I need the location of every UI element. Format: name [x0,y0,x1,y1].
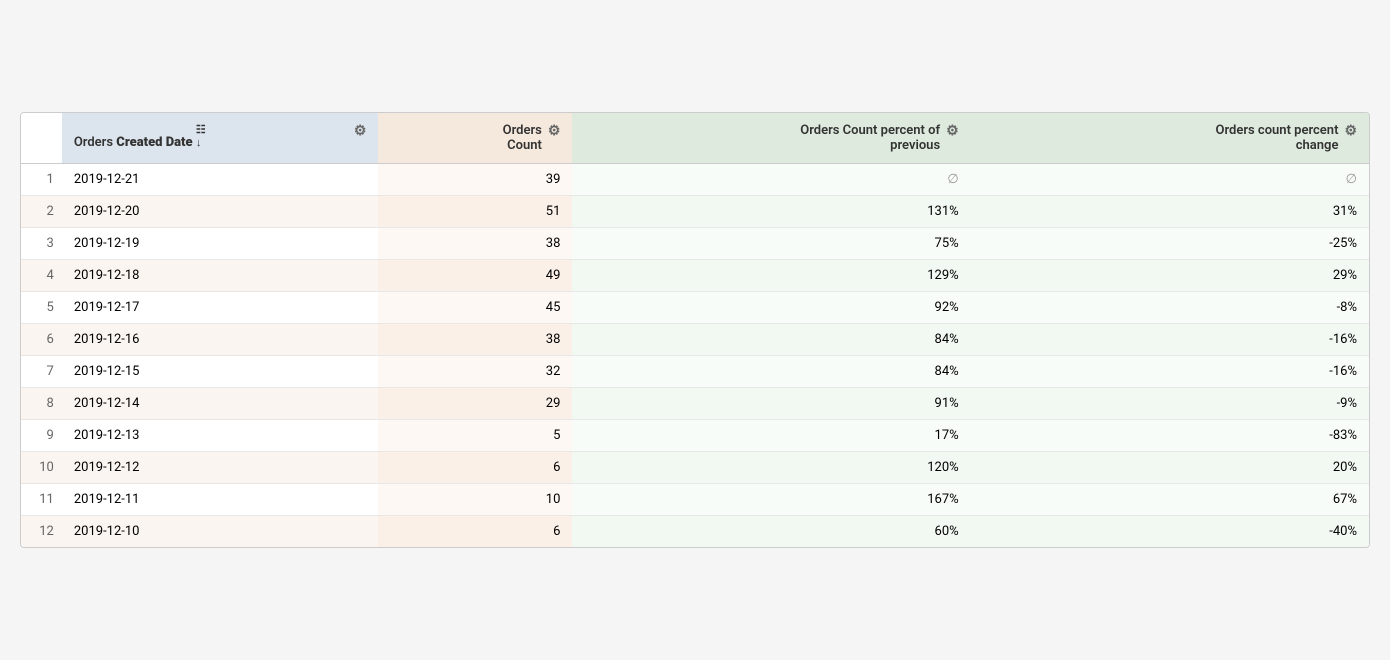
cell-count: 32 [378,356,572,388]
cell-count: 6 [378,452,572,484]
row-number: 1 [21,164,62,196]
table-row: 32019-12-193875%-25% [21,228,1369,260]
col-percent-of-label: Orders Count percent ofprevious [800,123,940,153]
row-number: 5 [21,292,62,324]
table-row: 92019-12-13517%-83% [21,420,1369,452]
cell-percent-change: -40% [971,516,1369,548]
cell-percent-change: -16% [971,324,1369,356]
cell-percent-of: 91% [572,388,970,420]
cell-date: 2019-12-10 [62,516,379,548]
col-percent-change-label: Orders count percentchange [1215,123,1338,153]
table-row: 122019-12-10660%-40% [21,516,1369,548]
cell-count: 38 [378,324,572,356]
row-number: 11 [21,484,62,516]
cell-percent-change: 31% [971,196,1369,228]
cell-date: 2019-12-19 [62,228,379,260]
cell-count: 38 [378,228,572,260]
cell-percent-change: ∅ [971,164,1369,196]
row-number: 4 [21,260,62,292]
cell-percent-of: 167% [572,484,970,516]
cell-count: 10 [378,484,572,516]
cell-percent-change: -83% [971,420,1369,452]
cell-percent-change: -25% [971,228,1369,260]
cell-count: 6 [378,516,572,548]
table-row: 42019-12-1849129%29% [21,260,1369,292]
cell-count: 39 [378,164,572,196]
row-num-header [21,113,62,164]
null-symbol: ∅ [1346,172,1357,187]
col-percent-of-gear-icon[interactable]: ⚙ [946,123,959,139]
cell-date: 2019-12-21 [62,164,379,196]
cell-percent-change: 67% [971,484,1369,516]
table-row: 72019-12-153284%-16% [21,356,1369,388]
cell-percent-of: ∅ [572,164,970,196]
table-row: 102019-12-126120%20% [21,452,1369,484]
cell-date: 2019-12-11 [62,484,379,516]
table-row: 22019-12-2051131%31% [21,196,1369,228]
col-percent-change-header: Orders count percentchange ⚙ [971,113,1369,164]
cell-count: 5 [378,420,572,452]
row-number: 3 [21,228,62,260]
data-table: Orders Created Date ☷↓ ⚙ OrdersCount ⚙ [20,112,1370,548]
row-number: 8 [21,388,62,420]
cell-date: 2019-12-20 [62,196,379,228]
cell-date: 2019-12-16 [62,324,379,356]
row-number: 10 [21,452,62,484]
cell-date: 2019-12-13 [62,420,379,452]
cell-count: 51 [378,196,572,228]
cell-date: 2019-12-18 [62,260,379,292]
col-count-header: OrdersCount ⚙ [378,113,572,164]
cell-count: 49 [378,260,572,292]
cell-percent-change: -16% [971,356,1369,388]
row-number: 12 [21,516,62,548]
cell-percent-of: 60% [572,516,970,548]
cell-percent-of: 129% [572,260,970,292]
cell-percent-change: 20% [971,452,1369,484]
col-percent-change-gear-icon[interactable]: ⚙ [1344,123,1357,139]
table-row: 82019-12-142991%-9% [21,388,1369,420]
row-number: 2 [21,196,62,228]
cell-count: 29 [378,388,572,420]
cell-percent-of: 131% [572,196,970,228]
cell-count: 45 [378,292,572,324]
null-symbol: ∅ [947,172,958,187]
cell-percent-of: 17% [572,420,970,452]
cell-date: 2019-12-15 [62,356,379,388]
col-percent-of-header: Orders Count percent ofprevious ⚙ [572,113,970,164]
col-date-label: Orders Created Date [74,135,193,150]
cell-date: 2019-12-12 [62,452,379,484]
col-date-header: Orders Created Date ☷↓ ⚙ [62,113,379,164]
cell-percent-of: 84% [572,324,970,356]
cell-percent-of: 120% [572,452,970,484]
cell-percent-change: 29% [971,260,1369,292]
row-number: 9 [21,420,62,452]
table-row: 12019-12-2139 ∅ ∅ [21,164,1369,196]
cell-percent-of: 92% [572,292,970,324]
col-date-gear-icon[interactable]: ⚙ [354,123,367,139]
cell-date: 2019-12-17 [62,292,379,324]
table-row: 112019-12-1110167%67% [21,484,1369,516]
table-row: 62019-12-163884%-16% [21,324,1369,356]
sort-icon[interactable]: ☷↓ [196,123,206,149]
row-number: 7 [21,356,62,388]
col-count-label: OrdersCount [503,123,542,153]
cell-percent-of: 84% [572,356,970,388]
cell-percent-of: 75% [572,228,970,260]
col-count-gear-icon[interactable]: ⚙ [548,123,561,139]
table-row: 52019-12-174592%-8% [21,292,1369,324]
row-number: 6 [21,324,62,356]
cell-percent-change: -9% [971,388,1369,420]
cell-percent-change: -8% [971,292,1369,324]
cell-date: 2019-12-14 [62,388,379,420]
